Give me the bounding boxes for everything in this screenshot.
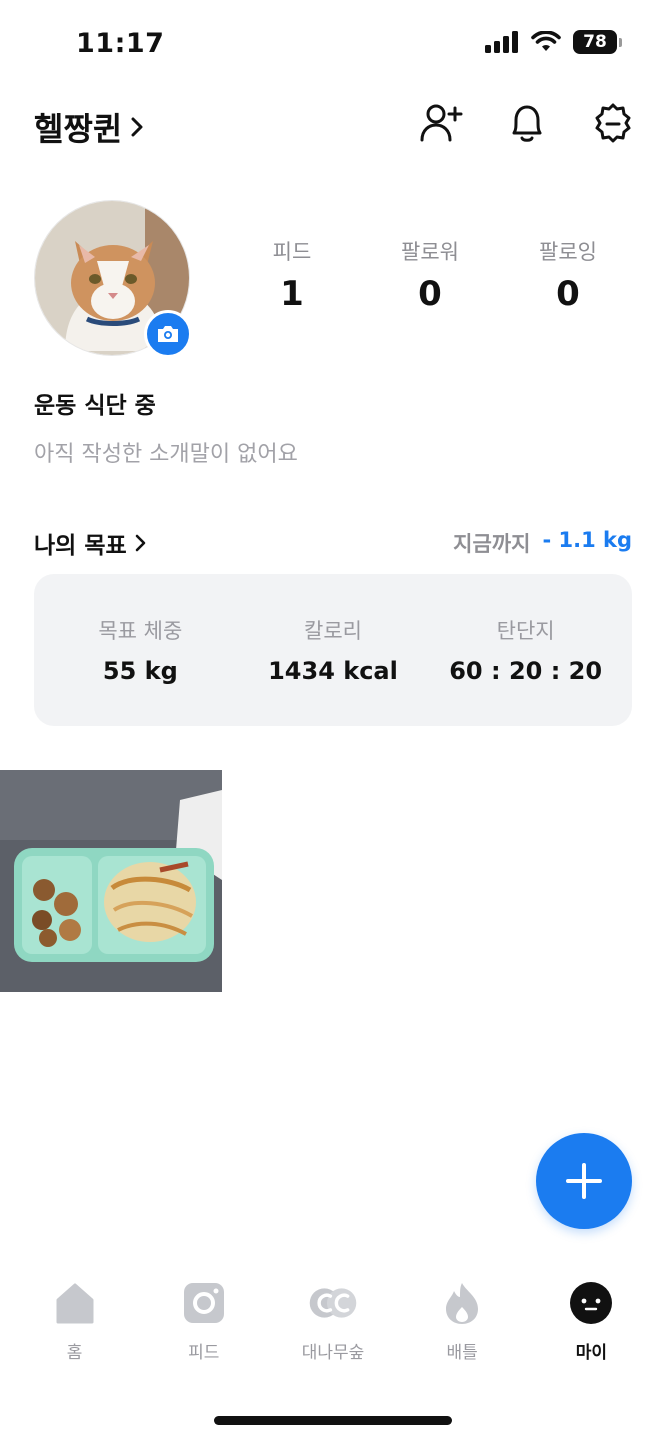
stat-followers[interactable]: 팔로워 0 <box>362 236 498 314</box>
bell-icon <box>512 105 542 142</box>
nav-my[interactable]: 마이 <box>531 1280 651 1380</box>
goal-calories: 칼로리 1434 kcal <box>248 615 418 685</box>
add-friend-icon <box>420 104 463 142</box>
home-indicator <box>214 1416 452 1425</box>
profile-bio: 아직 작성한 소개말이 없어요 <box>34 442 298 467</box>
weight-progress: 지금까지 - 1.1 kg <box>453 528 632 558</box>
change-photo-button[interactable] <box>144 310 192 358</box>
profile-switcher[interactable]: 헬짱퀸 <box>34 104 148 150</box>
goal-label: 목표 체중 <box>98 619 183 643</box>
username: 헬짱퀸 <box>34 110 123 148</box>
goals-card[interactable]: 목표 체중 55 kg 칼로리 1434 kcal 탄단지 60 : 20 : … <box>34 574 632 726</box>
stat-value: 0 <box>556 274 580 314</box>
add-friend-button[interactable] <box>418 100 464 146</box>
nav-label: 배틀 <box>446 1343 478 1363</box>
settings-button[interactable] <box>590 100 636 146</box>
goals-title: 나의 목표 <box>34 533 127 559</box>
settings-icon <box>595 103 631 143</box>
goal-value: 60 : 20 : 20 <box>449 657 603 685</box>
notifications-button[interactable] <box>504 100 550 146</box>
stat-value: 0 <box>418 274 442 314</box>
stat-label: 피드 <box>272 240 312 264</box>
camera-icon <box>158 326 178 342</box>
stat-feed[interactable]: 피드 1 <box>224 236 360 314</box>
nav-label: 마이 <box>575 1343 607 1363</box>
goal-target-weight: 목표 체중 55 kg <box>55 615 225 685</box>
nav-label: 피드 <box>188 1343 220 1363</box>
nav-bamboo[interactable]: 대나무숲 <box>273 1280 393 1380</box>
progress-value: - 1.1 kg <box>542 528 632 552</box>
wifi-icon <box>531 31 561 51</box>
nav-label: 홈 <box>66 1343 83 1363</box>
status-time: 11:17 <box>76 28 165 59</box>
avatar-container <box>34 200 192 358</box>
flame-icon <box>446 1283 479 1324</box>
stat-value: 1 <box>280 274 304 314</box>
plus-icon <box>566 1163 602 1199</box>
nav-battle[interactable]: 배틀 <box>402 1280 522 1380</box>
nav-label: 대나무숲 <box>301 1343 365 1363</box>
bamboo-icon <box>309 1288 357 1318</box>
signal-icon <box>485 31 518 53</box>
home-icon <box>56 1283 94 1324</box>
profile-display-name: 운동 식단 중 <box>34 393 156 419</box>
profile-face-icon <box>570 1282 613 1324</box>
nav-home[interactable]: 홈 <box>15 1280 135 1380</box>
status-icons: 78 <box>485 30 622 54</box>
bottom-nav: 홈 피드 대나무숲 배틀 마이 <box>0 1280 666 1380</box>
chevron-right-icon <box>135 534 145 552</box>
battery-indicator: 78 <box>573 30 622 54</box>
goal-value: 55 kg <box>102 657 178 685</box>
goal-value: 1434 kcal <box>268 657 398 685</box>
my-goals-link[interactable]: 나의 목표 <box>34 526 149 560</box>
goal-macros: 탄단지 60 : 20 : 20 <box>441 615 611 685</box>
battery-tip <box>619 37 622 47</box>
nav-feed[interactable]: 피드 <box>144 1280 264 1380</box>
chevron-right-icon <box>131 117 143 137</box>
add-post-button[interactable] <box>536 1133 632 1229</box>
goal-label: 칼로리 <box>304 619 362 643</box>
stat-label: 팔로잉 <box>539 240 597 264</box>
meal-photo <box>0 770 222 992</box>
battery-level: 78 <box>573 30 617 54</box>
feed-icon <box>183 1283 224 1323</box>
feed-post-thumbnail[interactable] <box>0 770 222 992</box>
stat-label: 팔로워 <box>401 240 459 264</box>
goal-label: 탄단지 <box>496 619 555 643</box>
header-actions <box>418 100 636 146</box>
profile-stats: 피드 1 팔로워 0 팔로잉 0 <box>224 236 636 314</box>
stat-following[interactable]: 팔로잉 0 <box>500 236 636 314</box>
progress-label: 지금까지 <box>453 532 531 556</box>
